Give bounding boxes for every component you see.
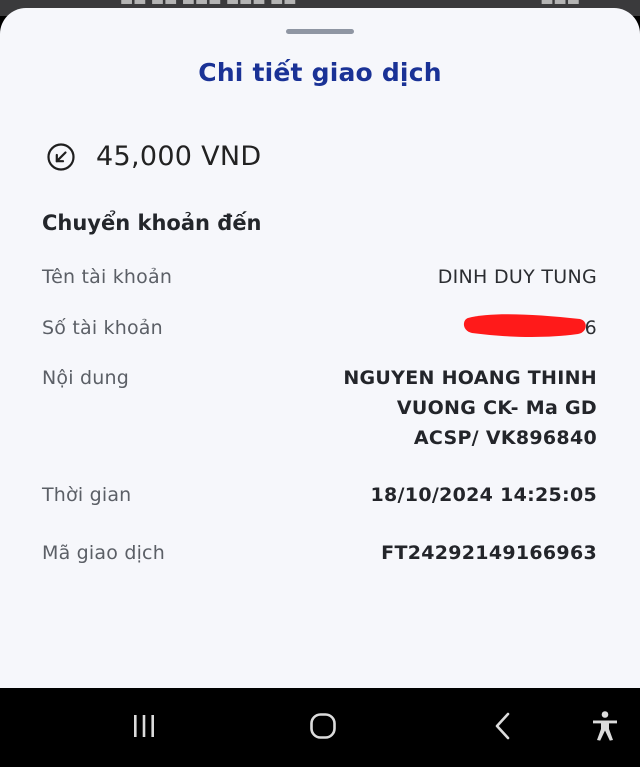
content-value: NGUYEN HOANG THINH VUONG CK- Ma GD ACSP/…	[343, 363, 597, 453]
transaction-id-value: FT24292149166963	[381, 542, 597, 564]
home-icon	[310, 713, 336, 739]
content-label: Nội dung	[42, 367, 129, 389]
section-title: Chuyển khoản đến	[42, 211, 262, 235]
amount-row: 45,000 VND	[46, 141, 262, 172]
back-icon	[495, 712, 510, 740]
content-line: ACSP/ VK896840	[413, 427, 597, 449]
incoming-arrow-circle-icon	[47, 142, 75, 171]
amount-value: 45,000 VND	[96, 141, 262, 172]
home-button[interactable]	[301, 708, 345, 744]
transaction-detail-sheet: Chi tiết giao dịch 45,000 VND Chuyển kho…	[0, 8, 640, 688]
accessibility-icon	[593, 711, 617, 741]
recent-apps-icon	[134, 715, 154, 737]
drag-handle[interactable]	[286, 29, 354, 34]
account-name-value: DINH DUY TUNG	[437, 266, 597, 288]
transaction-id-label: Mã giao dịch	[42, 542, 165, 564]
accessibility-button[interactable]	[583, 708, 627, 744]
content-line: NGUYEN HOANG THINH	[343, 367, 597, 389]
page-title: Chi tiết giao dịch	[198, 58, 442, 87]
account-number-label: Số tài khoản	[42, 317, 163, 339]
system-navigation-bar	[0, 688, 640, 767]
account-name-label: Tên tài khoản	[42, 266, 173, 288]
back-button[interactable]	[481, 708, 525, 744]
time-label: Thời gian	[42, 484, 132, 506]
time-value: 18/10/2024 14:25:05	[370, 484, 597, 506]
content-line: VUONG CK- Ma GD	[396, 397, 597, 419]
recent-apps-button[interactable]	[122, 708, 166, 744]
redaction-mark	[463, 314, 586, 337]
